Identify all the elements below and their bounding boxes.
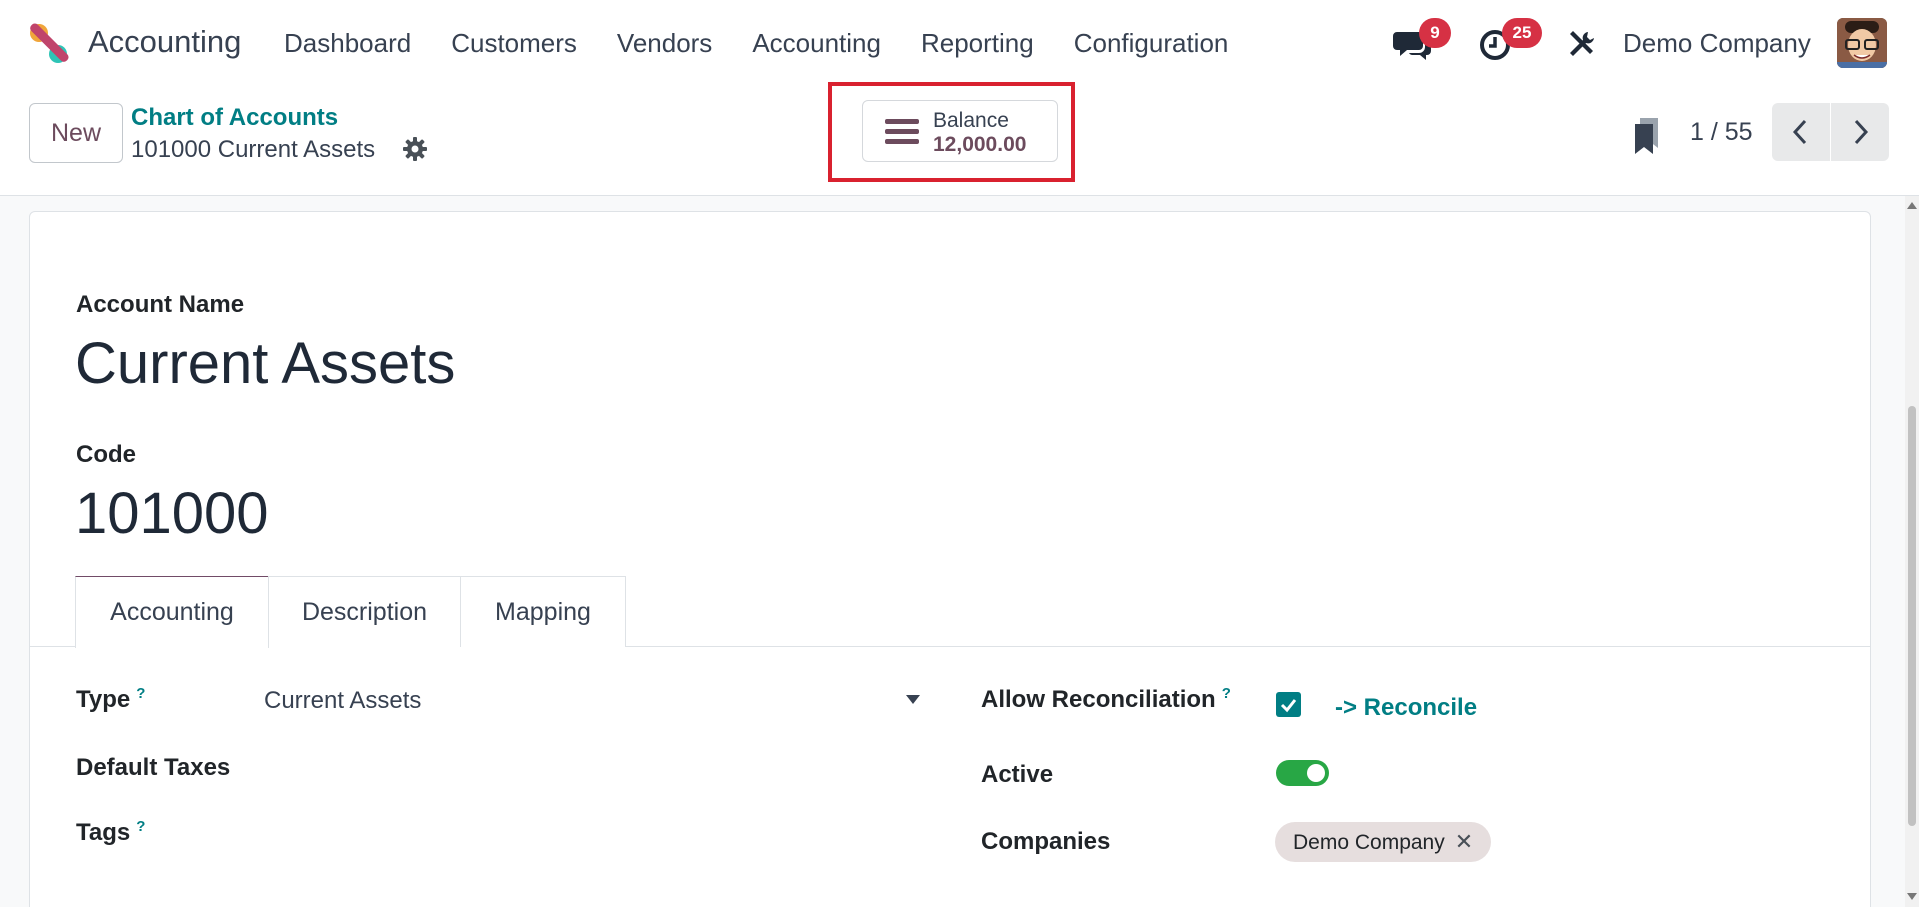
default-taxes-label: Default Taxes <box>76 754 231 781</box>
odoo-accounting-logo-icon[interactable] <box>28 22 70 64</box>
active-label: Active <box>981 761 1054 788</box>
scroll-down-arrow-icon[interactable] <box>1907 893 1917 900</box>
toggle-knob <box>1307 764 1325 782</box>
allow-reconciliation-label-text: Allow Reconciliation <box>981 686 1216 713</box>
help-tooltip-icon[interactable]: ? <box>1222 685 1231 702</box>
tags-label-text: Tags <box>76 819 131 846</box>
menu-vendors[interactable]: Vendors <box>617 28 712 59</box>
messages-count-badge: 9 <box>1419 18 1451 48</box>
menu-customers[interactable]: Customers <box>451 28 577 59</box>
code-field[interactable]: 101000 <box>75 480 269 547</box>
code-label: Code <box>76 441 136 468</box>
page-scrollbar[interactable] <box>1905 196 1919 907</box>
pager-value[interactable]: 1 / 55 <box>1690 118 1753 147</box>
balance-smart-button[interactable]: Balance 12,000.00 <box>862 100 1058 162</box>
company-tag-label: Demo Company <box>1293 831 1445 854</box>
menu-dashboard[interactable]: Dashboard <box>284 28 411 59</box>
company-switcher[interactable]: Demo Company <box>1623 28 1811 59</box>
caret-down-icon[interactable] <box>906 695 920 705</box>
pager-next-button[interactable] <box>1831 103 1889 161</box>
account-name-label: Account Name <box>76 291 245 318</box>
help-tooltip-icon[interactable]: ? <box>136 685 145 702</box>
user-avatar-icon[interactable] <box>1837 18 1887 68</box>
form-sheet <box>29 211 1871 907</box>
type-label-text: Type <box>76 686 131 713</box>
companies-label: Companies <box>981 828 1111 855</box>
balance-label: Balance <box>933 109 1009 132</box>
new-button[interactable]: New <box>29 103 123 163</box>
app-name[interactable]: Accounting <box>88 24 241 60</box>
active-toggle[interactable] <box>1276 760 1329 786</box>
tools-icon[interactable] <box>1566 28 1598 60</box>
menu-reporting[interactable]: Reporting <box>921 28 1034 59</box>
pager-previous-button[interactable] <box>1772 103 1830 161</box>
top-navbar: Accounting Dashboard Customers Vendors A… <box>0 0 1919 88</box>
scroll-up-arrow-icon[interactable] <box>1907 202 1917 209</box>
tab-mapping[interactable]: Mapping <box>460 576 626 647</box>
close-icon[interactable]: ✕ <box>1455 822 1473 862</box>
type-select[interactable]: Current Assets <box>264 687 924 717</box>
tags-label: Tags? <box>76 818 145 847</box>
activities-count-badge: 25 <box>1502 18 1542 48</box>
checkmark-icon <box>1280 699 1297 713</box>
reconcile-link[interactable]: -> Reconcile <box>1335 694 1477 722</box>
scroll-thumb[interactable] <box>1908 406 1916 826</box>
list-bars-icon <box>885 119 919 144</box>
chevron-left-icon <box>1792 119 1807 145</box>
main-menu: Dashboard Customers Vendors Accounting R… <box>284 28 1268 59</box>
breadcrumb-chart-of-accounts[interactable]: Chart of Accounts <box>131 104 338 132</box>
gear-icon[interactable] <box>402 136 428 162</box>
allow-reconciliation-checkbox[interactable] <box>1276 692 1301 717</box>
balance-value: 12,000.00 <box>933 133 1027 156</box>
tab-description[interactable]: Description <box>268 576 461 647</box>
company-tag: Demo Company ✕ <box>1275 822 1492 862</box>
menu-configuration[interactable]: Configuration <box>1074 28 1229 59</box>
help-tooltip-icon[interactable]: ? <box>136 818 145 835</box>
chevron-right-icon <box>1854 119 1869 145</box>
account-name-field[interactable]: Current Assets <box>75 330 455 397</box>
record-title: 101000 Current Assets <box>131 136 376 163</box>
menu-accounting[interactable]: Accounting <box>752 28 881 59</box>
tab-accounting[interactable]: Accounting <box>75 576 269 648</box>
type-label: Type? <box>76 685 145 714</box>
allow-reconciliation-label: Allow Reconciliation? <box>981 685 1231 714</box>
bookmark-icon[interactable] <box>1632 116 1662 156</box>
